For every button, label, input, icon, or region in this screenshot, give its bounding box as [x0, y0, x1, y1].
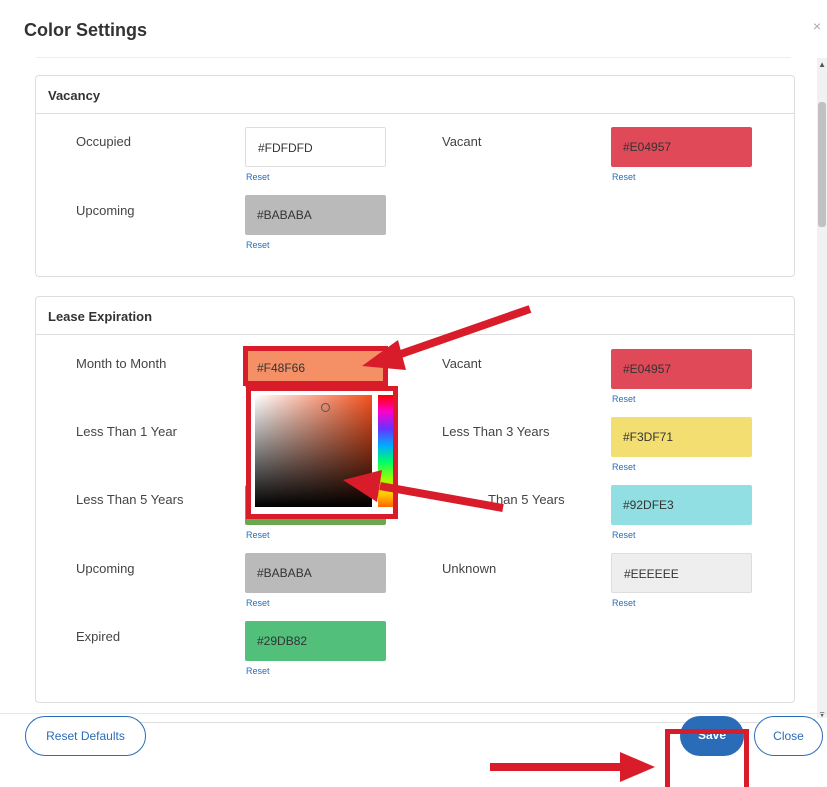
- picker-cursor[interactable]: [321, 403, 330, 412]
- less-than-5-years-reset-link[interactable]: Reset: [246, 530, 270, 540]
- saturation-value-area[interactable]: [255, 395, 372, 507]
- lease-expiration-heading: Lease Expiration: [36, 297, 794, 335]
- less-than-5-years-label: Less Than 5 Years: [76, 492, 184, 507]
- occupied-reset-link[interactable]: Reset: [246, 172, 270, 182]
- color-settings-dialog: Color Settings × ▲ ▼ Vacancy Occupied #F…: [0, 0, 827, 787]
- lease-upcoming-color-input[interactable]: #BABABA: [245, 553, 386, 593]
- scrollbar-thumb[interactable]: [818, 102, 826, 227]
- vacancy-heading: Vacancy: [36, 76, 794, 114]
- vacant-reset-link[interactable]: Reset: [612, 172, 636, 182]
- unknown-label: Unknown: [442, 561, 497, 576]
- occupied-color-input[interactable]: #FDFDFD: [245, 127, 386, 167]
- month-to-month-label: Month to Month: [76, 356, 167, 371]
- occupied-label: Occupied: [76, 134, 131, 149]
- lease-vacant-color-input[interactable]: #E04957: [611, 349, 752, 389]
- unknown-color-input[interactable]: #EEEEEE: [611, 553, 752, 593]
- more-than-5-years-reset-link[interactable]: Reset: [612, 530, 636, 540]
- less-than-3-years-color-input[interactable]: #F3DF71: [611, 417, 752, 457]
- chevron-up-icon[interactable]: ▲: [818, 60, 826, 69]
- less-than-3-years-label: Less Than 3 Years: [442, 424, 550, 439]
- color-picker-popup[interactable]: [246, 386, 398, 519]
- lease-upcoming-reset-link[interactable]: Reset: [246, 598, 270, 608]
- expired-reset-link[interactable]: Reset: [246, 666, 270, 676]
- dialog-title: Color Settings: [24, 20, 148, 40]
- more-than-5-years-color-input[interactable]: #92DFE3: [611, 485, 752, 525]
- less-than-1-year-label: Less Than 1 Year: [76, 424, 177, 439]
- arrow-to-save: [490, 752, 655, 782]
- less-than-3-years-reset-link[interactable]: Reset: [612, 462, 636, 472]
- expired-label: Expired: [76, 629, 121, 644]
- upcoming-label: Upcoming: [76, 203, 135, 218]
- upcoming-reset-link[interactable]: Reset: [246, 240, 270, 250]
- header-divider: [36, 57, 791, 58]
- vacant-color-input[interactable]: #E04957: [611, 127, 752, 167]
- close-icon[interactable]: ×: [813, 18, 821, 34]
- save-button[interactable]: Save: [680, 716, 744, 756]
- vacant-label: Vacant: [442, 134, 482, 149]
- expired-color-input[interactable]: #29DB82: [245, 621, 386, 661]
- month-to-month-color-input[interactable]: #F48F66: [245, 348, 386, 388]
- reset-defaults-button[interactable]: Reset Defaults: [25, 716, 146, 756]
- footer-divider: [0, 713, 827, 714]
- hue-slider[interactable]: [378, 395, 393, 507]
- more-than-5-years-label: Than 5 Years: [488, 492, 565, 507]
- close-button[interactable]: Close: [754, 716, 823, 756]
- upcoming-color-input[interactable]: #BABABA: [245, 195, 386, 235]
- chevron-down-icon[interactable]: ▼: [818, 710, 826, 719]
- lease-upcoming-label: Upcoming: [76, 561, 135, 576]
- lease-vacant-label: Vacant: [442, 356, 482, 371]
- unknown-reset-link[interactable]: Reset: [612, 598, 636, 608]
- vacancy-card: Vacancy: [35, 75, 795, 277]
- lease-vacant-reset-link[interactable]: Reset: [612, 394, 636, 404]
